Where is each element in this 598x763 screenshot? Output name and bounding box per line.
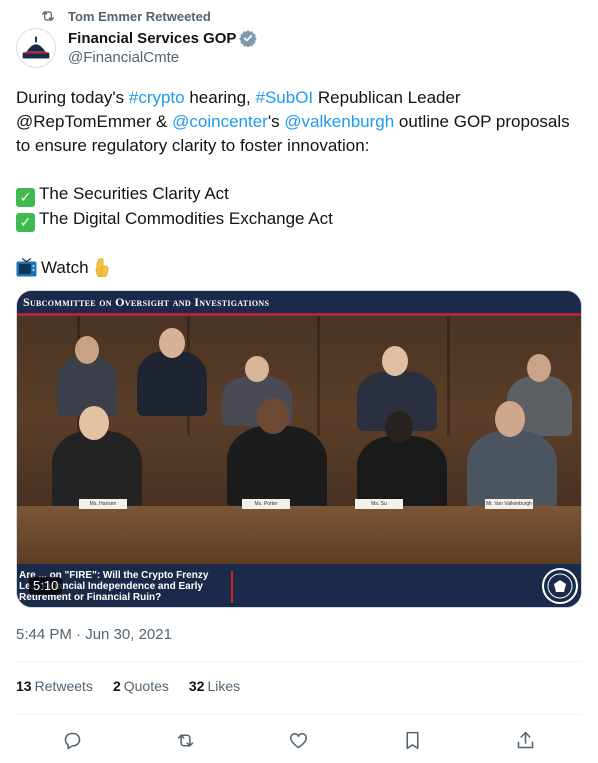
tweet-text: During today's #crypto hearing, #SubOI R… — [16, 86, 582, 284]
divider — [16, 661, 582, 662]
committee-seal-icon — [542, 568, 578, 604]
retweet-icon — [177, 733, 194, 747]
tweet-line-2: @RepTomEmmer & @coincenter's @valkenburg… — [16, 110, 582, 134]
watch-line: Watch — [16, 256, 582, 284]
nameplate: Mr. Van Valkenburgh — [485, 499, 533, 509]
engagement-stats: 13 Retweets 2 Quotes 32 Likes — [16, 678, 260, 694]
divider — [16, 714, 582, 715]
author-handle[interactable]: @FinancialCmte — [68, 49, 257, 66]
hearing-scene: Ms. Hansen Ms. Porter Ms. Su Mr. Van Val… — [17, 316, 581, 566]
likes-count: 32 — [188, 678, 205, 694]
avatar[interactable] — [16, 28, 56, 68]
author-names: Financial Services GOP @FinancialCmte — [68, 29, 258, 68]
reply-button[interactable] — [56, 726, 90, 754]
share-button[interactable] — [508, 726, 542, 754]
caption-divider — [231, 571, 233, 603]
video-banner-title: Subcommittee on Oversight and Investigat… — [17, 291, 581, 313]
text-segment: 's — [267, 112, 285, 131]
video-player[interactable]: Subcommittee on Oversight and Investigat… — [16, 290, 582, 608]
retweet-indicator-icon — [16, 8, 68, 24]
video-duration: 5:10 — [29, 577, 63, 595]
retweet-header[interactable]: Tom Emmer Retweeted — [16, 6, 211, 26]
hashtag-suboi-link[interactable]: #SubOI — [256, 88, 314, 107]
quotes-count: 2 — [112, 678, 121, 694]
tweet-timestamp[interactable]: 5:44 PM · Jun 30, 2021 — [16, 626, 172, 643]
bookmark-icon — [406, 731, 419, 749]
text-segment: During today's — [16, 88, 129, 107]
capitol-logo-icon — [17, 29, 55, 67]
bullet-digital-commodities: ✓ The Digital Commodities Exchange Act — [16, 207, 582, 232]
like-icon — [290, 732, 308, 748]
pointing-down-hand-icon — [93, 257, 113, 284]
text-segment: outline GOP proposals — [394, 112, 570, 131]
share-icon — [517, 731, 534, 748]
witness-desk — [17, 506, 581, 566]
quotes-stat[interactable]: 2 Quotes — [113, 678, 169, 694]
television-icon — [16, 258, 37, 284]
bookmark-button[interactable] — [395, 726, 429, 754]
mention-coincenter-link[interactable]: @coincenter — [172, 112, 268, 131]
retweet-by-label[interactable]: Tom Emmer Retweeted — [68, 9, 211, 24]
bullet-text: The Securities Clarity Act — [39, 184, 229, 203]
tweet-line-1: During today's #crypto hearing, #SubOI R… — [16, 86, 582, 110]
mention-valkenburgh-link[interactable]: @valkenburgh — [284, 112, 394, 131]
like-button[interactable] — [282, 726, 316, 754]
hashtag-crypto-link[interactable]: #crypto — [129, 88, 185, 107]
text-segment: @RepTomEmmer & — [16, 112, 173, 131]
author-display-name[interactable]: Financial Services GOP — [68, 30, 236, 47]
check-mark-icon: ✓ — [16, 188, 35, 207]
action-bar — [16, 726, 582, 754]
reply-icon — [64, 732, 81, 749]
nameplate: Ms. Porter — [242, 499, 290, 509]
likes-label: Likes — [207, 678, 241, 694]
retweets-count: 13 — [16, 678, 32, 694]
nameplate: Ms. Su — [355, 499, 403, 509]
quotes-label: Quotes — [123, 678, 169, 694]
nameplate: Ms. Hansen — [79, 499, 127, 509]
likes-stat[interactable]: 32 Likes — [189, 678, 240, 694]
bullet-securities-clarity: ✓ The Securities Clarity Act — [16, 182, 582, 207]
tweet-line-3: to ensure regulatory clarity to foster i… — [16, 136, 370, 155]
bullet-text: The Digital Commodities Exchange Act — [39, 209, 333, 228]
check-mark-icon: ✓ — [16, 213, 35, 232]
watch-text: Watch — [41, 258, 89, 277]
retweets-stat[interactable]: 13 Retweets — [16, 678, 93, 694]
text-segment: hearing, — [184, 88, 256, 107]
retweets-label: Retweets — [34, 678, 93, 694]
retweet-button[interactable] — [169, 726, 203, 754]
author-block: Financial Services GOP @FinancialCmte — [16, 28, 258, 68]
video-caption-bar: Are ... on "FIRE": Will the Crypto Frenz… — [17, 564, 581, 607]
verified-badge-icon[interactable] — [239, 29, 258, 47]
text-segment: Republican Leader — [313, 88, 461, 107]
